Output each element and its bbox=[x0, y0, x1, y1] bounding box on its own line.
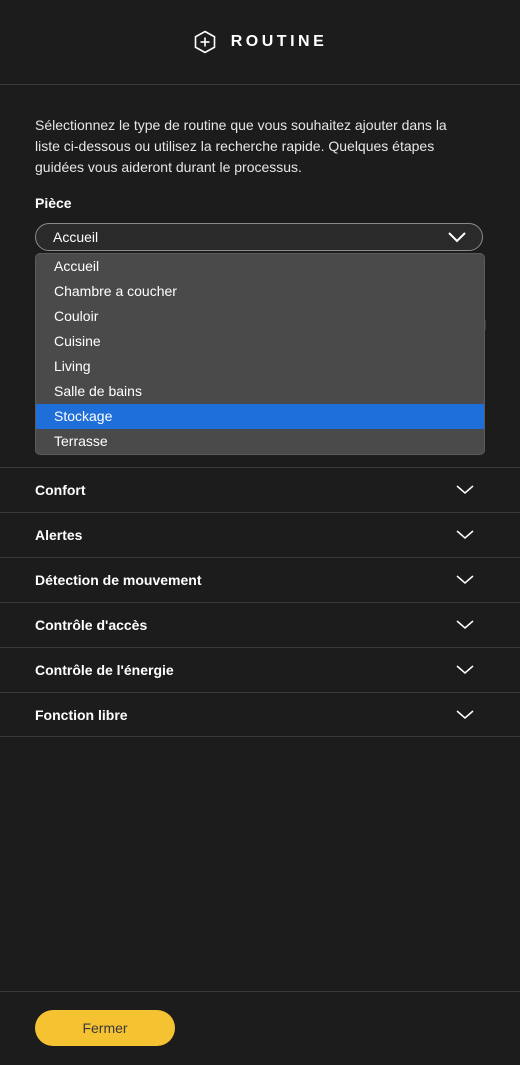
room-option[interactable]: Terrasse bbox=[36, 429, 484, 454]
section-controle-energie[interactable]: Contrôle de l'énergie bbox=[0, 647, 520, 692]
close-button[interactable]: Fermer bbox=[35, 1010, 175, 1046]
section-label: Détection de mouvement bbox=[35, 572, 202, 588]
chevron-down-icon bbox=[456, 530, 474, 539]
room-field-label: Pièce bbox=[35, 195, 72, 211]
section-label: Alertes bbox=[35, 527, 83, 543]
section-alertes[interactable]: Alertes bbox=[0, 512, 520, 557]
room-dropdown-list: Accueil Chambre a coucher Couloir Cuisin… bbox=[35, 253, 485, 455]
room-select-value: Accueil bbox=[53, 229, 99, 245]
room-option-highlighted[interactable]: Stockage bbox=[36, 404, 484, 429]
room-option[interactable]: Accueil bbox=[36, 254, 484, 279]
chevron-down-icon bbox=[456, 620, 474, 629]
section-fonction-libre[interactable]: Fonction libre bbox=[0, 692, 520, 737]
room-option[interactable]: Couloir bbox=[36, 304, 484, 329]
section-controle-acces[interactable]: Contrôle d'accès bbox=[0, 602, 520, 647]
section-detection-mouvement[interactable]: Détection de mouvement bbox=[0, 557, 520, 602]
section-label: Contrôle de l'énergie bbox=[35, 662, 174, 678]
room-option[interactable]: Living bbox=[36, 354, 484, 379]
plus-hexagon-icon bbox=[194, 30, 216, 54]
room-option[interactable]: Chambre a coucher bbox=[36, 279, 484, 304]
section-label: Confort bbox=[35, 482, 86, 498]
section-label: Contrôle d'accès bbox=[35, 617, 148, 633]
divider bbox=[485, 320, 486, 330]
header: ROUTINE bbox=[0, 0, 520, 85]
page-title: ROUTINE bbox=[230, 33, 328, 50]
section-label: Fonction libre bbox=[35, 706, 128, 723]
section-confort[interactable]: Confort bbox=[0, 467, 520, 512]
chevron-down-icon bbox=[448, 232, 466, 243]
intro-text: Sélectionnez le type de routine que vous… bbox=[35, 117, 447, 175]
chevron-down-icon bbox=[456, 710, 474, 719]
room-option[interactable]: Salle de bains bbox=[36, 379, 484, 404]
room-select[interactable]: Accueil bbox=[35, 223, 483, 251]
chevron-down-icon bbox=[456, 665, 474, 674]
chevron-down-icon bbox=[456, 575, 474, 584]
routine-sections: Confort Alertes Détection de mouvement C… bbox=[0, 422, 520, 737]
room-option[interactable]: Cuisine bbox=[36, 329, 484, 354]
chevron-down-icon bbox=[456, 485, 474, 494]
footer: Fermer bbox=[0, 991, 520, 1065]
